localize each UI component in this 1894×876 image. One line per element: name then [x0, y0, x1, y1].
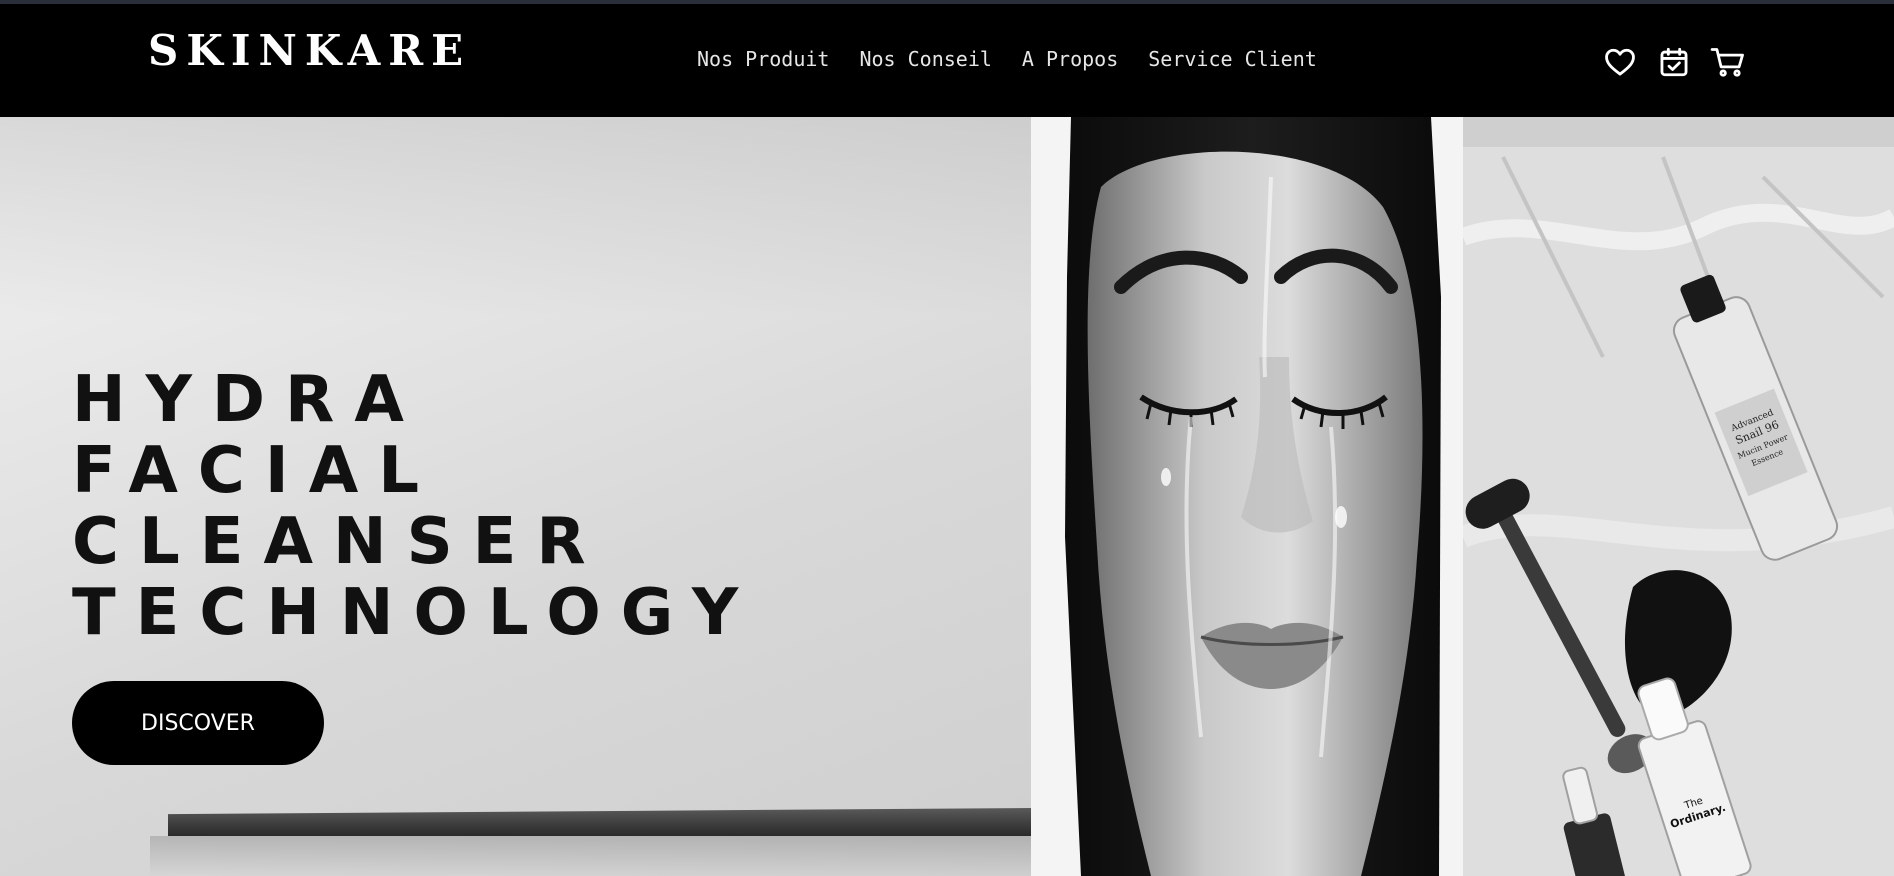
hero-section: HYDRA FACIAL CLEANSER TECHNOLOGY DISCOVE…: [0, 117, 1031, 876]
hero-background-shadow: [0, 117, 1031, 317]
brand-logo[interactable]: SKINKARE: [148, 30, 471, 72]
hero-title-line: TECHNOLOGY: [72, 576, 759, 650]
shelf-shadow: [150, 836, 1031, 876]
nav-link-a-propos[interactable]: A Propos: [1022, 48, 1118, 70]
nav-link-service-client[interactable]: Service Client: [1148, 48, 1317, 70]
hero-title: HYDRA FACIAL CLEANSER TECHNOLOGY: [72, 365, 758, 649]
main-nav: Nos Produit Nos Conseil A Propos Service…: [697, 48, 1317, 70]
nav-icons: [1602, 44, 1746, 80]
nav-link-nos-conseil[interactable]: Nos Conseil: [859, 48, 991, 70]
cart-icon[interactable]: [1710, 44, 1746, 80]
hero-title-line: HYDRA: [72, 363, 424, 437]
calendar-check-icon[interactable]: [1656, 44, 1692, 80]
navbar: SKINKARE Nos Produit Nos Conseil A Propo…: [0, 4, 1894, 117]
hero-title-line: CLEANSER: [72, 505, 606, 579]
skincare-products-photo: Advanced Snail 96 Mucin Power Essence Th…: [1463, 117, 1894, 876]
heart-icon[interactable]: [1602, 44, 1638, 80]
shelf-graphic: [168, 808, 1031, 836]
woman-face-water-photo: [1031, 117, 1463, 876]
hero-title-line: FACIAL: [72, 434, 439, 508]
discover-button[interactable]: DISCOVER: [72, 681, 324, 765]
nav-link-nos-produit[interactable]: Nos Produit: [697, 48, 829, 70]
